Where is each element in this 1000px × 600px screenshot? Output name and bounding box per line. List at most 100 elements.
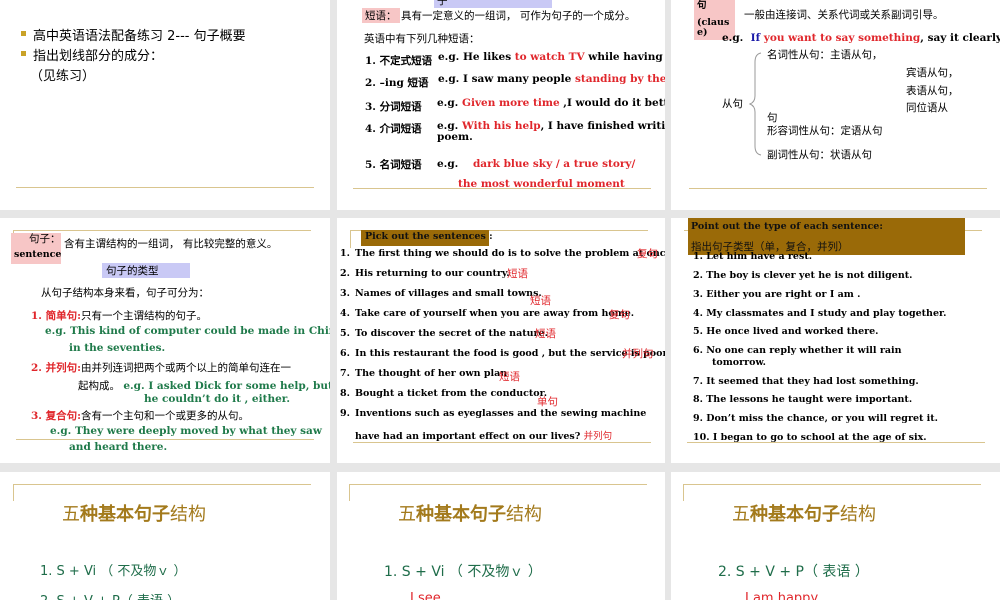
structure-item: 2. S + V + P（ 表语 ） — [718, 564, 869, 580]
slide-thumbnail-7[interactable]: 五种基本句子结构 1. S + Vi （ 不及物ｖ ） 2. S + V + P… — [0, 472, 330, 600]
divider — [687, 442, 985, 443]
item-cont: have had an important effect on our live… — [355, 431, 613, 442]
answer-annotation: 短语 — [499, 371, 520, 383]
example-text: I see. — [410, 591, 445, 600]
slide-title: 五种基本句子结构 — [732, 504, 876, 525]
intro-text: 从句子结构本身来看，句子可分为： — [41, 287, 209, 299]
phrase-label: 短语： — [365, 10, 397, 22]
sub-text: （见练习） — [30, 69, 96, 84]
slide-title: Point out the type of each sentence: — [691, 221, 883, 232]
answer-annotation: 短语 — [507, 268, 528, 280]
type-1-example: e.g. This kind of computer could be made… — [45, 325, 330, 337]
divider — [13, 484, 14, 501]
sentence-item: 3. Either you are right or I am . — [693, 289, 861, 300]
sentence-text: Bought a ticket from the conductor. — [355, 388, 548, 399]
sentence-text: Names of villages and small towns. — [355, 288, 542, 299]
item-example: e.g. He likes to watch TV while having l… — [438, 51, 665, 63]
item-number: 4. 介词短语 — [365, 123, 422, 135]
sentence-text: The first thing we should do is to solve… — [355, 248, 665, 259]
slide-thumbnail-6[interactable]: Point out the type of each sentence: 指出句… — [671, 218, 1000, 463]
sentence-text: The thought of her own plan — [355, 368, 508, 379]
divider — [349, 484, 350, 501]
divider — [349, 484, 647, 485]
header-box — [434, 0, 552, 8]
label-text: 句 — [697, 0, 707, 11]
sentence-item: 1. Let him have a rest. — [693, 251, 813, 262]
item-number: 5. 名词短语 — [365, 159, 422, 171]
sentence-label-en: sentence — [14, 249, 62, 260]
item-number: 1. — [340, 248, 350, 259]
type-1: 1. 简单句:只有一个主谓结构的句子。 — [31, 310, 207, 322]
divider — [353, 188, 651, 189]
example-text: I am happy. — [745, 591, 821, 600]
sentence-text: To discover the secret of the nature. — [355, 328, 548, 339]
item-number: 3. 分词短语 — [365, 101, 422, 113]
slide-thumbnail-8[interactable]: 五种基本句子结构 1. S + Vi （ 不及物ｖ ） I see. — [337, 472, 665, 600]
divider — [16, 187, 314, 188]
sentence-item: 8. The lessons he taught were important. — [693, 394, 913, 405]
item-number: 5. — [340, 328, 350, 339]
type-2-cont: 起构成。 e.g. I asked Dick for some help, bu… — [78, 380, 330, 392]
divider — [689, 188, 987, 189]
phrase-definition: 具有一定意义的一组词， 可作为句子的一个成分。 — [401, 10, 636, 22]
item-example: e.g. dark blue sky / a true story/ — [437, 158, 636, 170]
answer-annotation: 复句 — [637, 248, 658, 260]
item-example-cont: poem. — [437, 131, 473, 143]
type-2: 2. 并列句:由并列连词把两个或两个以上的简单句连在一 — [31, 362, 291, 374]
sentence-text: Inventions such as eyeglasses and the se… — [355, 408, 647, 419]
item-number: 7. — [340, 368, 350, 379]
type-3-example: e.g. They were deeply moved by what they… — [50, 425, 322, 437]
slide-thumbnail-1[interactable]: 高中英语语法配备练习 2--- 句子概要 指出划线部分的成分： （见练习） — [0, 0, 330, 210]
item-example: e.g. Given more time ,I would do it bett… — [437, 97, 665, 109]
sentence-label: 句子： — [29, 233, 61, 245]
clause-definition: 一般由连接词、关系代词或关系副词引导。 — [744, 9, 944, 21]
structure-item: 2. S + V + P（ 表语 ） — [40, 590, 180, 600]
types-title: 句子的类型 — [106, 265, 159, 277]
slide-thumbnail-5[interactable]: Pick out the sentences : 1. The first thi… — [337, 218, 665, 463]
sentence-text: In this restaurant the food is good , bu… — [355, 348, 665, 359]
noun-clause-type: 表语从句， — [906, 85, 959, 97]
slide-thumbnail-4[interactable]: 句子： sentence 含有主谓结构的一组词， 有比较完整的意义。 句子的类型… — [0, 218, 330, 463]
sentence-item-cont: tomorrow. — [712, 357, 766, 368]
header-text: 子 — [437, 0, 448, 7]
sentence-item: 4. My classmates and I study and play to… — [693, 308, 947, 319]
bullet-icon — [21, 31, 26, 36]
divider — [350, 230, 351, 248]
sentence-item: 2. The boy is clever yet he is not dilig… — [693, 270, 913, 281]
intro-text: 英语中有下列几种短语： — [364, 33, 480, 45]
noun-clause-type: 同位语从 — [906, 102, 948, 114]
divider — [13, 484, 311, 485]
type-1-example: in the seventies. — [69, 342, 166, 354]
slide-thumbnail-3[interactable]: 句 (claus e) 一般由连接词、关系代词或关系副词引导。 e.g. If … — [671, 0, 1000, 210]
sentence-text: Take care of yourself when you are away … — [355, 308, 635, 319]
answer-annotation: 单句 — [537, 396, 558, 408]
slide-thumbnail-9[interactable]: 五种基本句子结构 2. S + V + P（ 表语 ） I am happy. — [671, 472, 1000, 600]
structure-item: 1. S + Vi （ 不及物ｖ ） — [40, 564, 187, 579]
structure-item: 1. S + Vi （ 不及物ｖ ） — [384, 564, 542, 580]
bullet-text: 指出划线部分的成分： — [33, 49, 164, 64]
answer-annotation: 并列句 — [622, 348, 654, 360]
slide-title: Pick out the sentences : — [365, 231, 493, 242]
noun-clause-type: 宾语从句， — [906, 67, 959, 79]
type-2-example: he couldn’t do it , either. — [144, 393, 290, 405]
item-number: 3. — [340, 288, 350, 299]
answer-annotation: 复句 — [609, 309, 630, 321]
noun-clause: 名词性从句：主语从句， — [767, 49, 883, 61]
answer-annotation: 短语 — [530, 295, 551, 307]
adverb-clause: 副词性从句：状语从句 — [767, 149, 872, 161]
divider — [683, 484, 981, 485]
slide-title: 五种基本句子结构 — [62, 504, 206, 525]
item-number: 2. — [340, 268, 350, 279]
brace-icon — [749, 52, 762, 156]
label-text: e) — [697, 27, 708, 38]
item-example: e.g. I saw many people standing by the l… — [438, 73, 665, 85]
type-3: 3. 复合句:含有一个主句和一个或更多的从句。 — [31, 410, 249, 422]
item-number: 1. 不定式短语 — [365, 55, 433, 67]
sentence-item: 7. It seemed that they had lost somethin… — [693, 376, 919, 387]
answer-annotation: 短语 — [535, 328, 556, 340]
sentence-item: 6. No one can reply whether it will rain — [693, 345, 902, 356]
slide-thumbnail-2[interactable]: 子 短语： 具有一定意义的一组词， 可作为句子的一个成分。 英语中有下列几种短语… — [337, 0, 665, 210]
clause-root: 从句 — [722, 98, 743, 110]
divider — [16, 439, 314, 440]
divider — [353, 442, 651, 443]
